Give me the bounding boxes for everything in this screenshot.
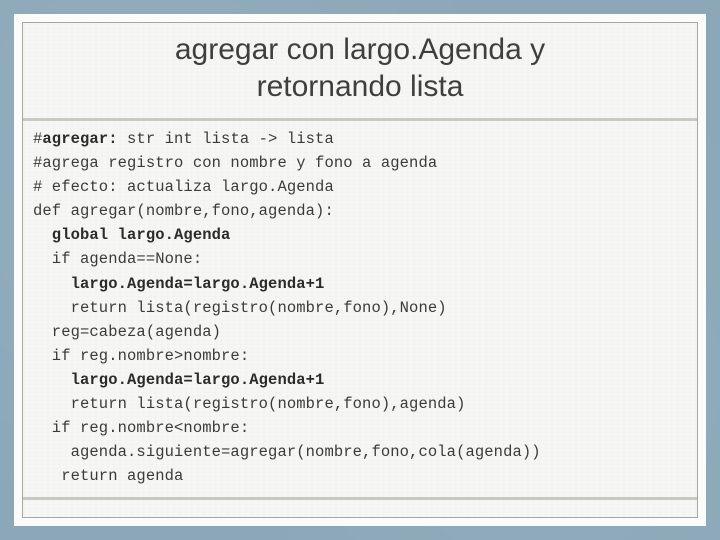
code-line: return lista(registro(nombre,fono),None): [33, 298, 447, 317]
code-line: # efecto: actualiza largo.Agenda: [33, 178, 334, 197]
slide-title-block: agregar con largo.Agenda y retornando li…: [23, 23, 697, 113]
code-line: #agrega registro con nombre y fono a age…: [33, 154, 438, 173]
code-line: if reg.nombre<nombre:: [33, 419, 250, 438]
code-line: reg=cabeza(agenda): [33, 322, 222, 341]
slide-canvas: agregar con largo.Agenda y retornando li…: [0, 0, 720, 540]
slide-inner-frame: agregar con largo.Agenda y retornando li…: [22, 22, 698, 518]
code-line: def agregar(nombre,fono,agenda):: [33, 202, 334, 221]
code-line: global largo.Agenda: [33, 226, 231, 245]
code-token-plain: str int lista -> lista: [117, 130, 334, 148]
code-line: return lista(registro(nombre,fono),agend…: [33, 395, 466, 414]
page-title: agregar con largo.Agenda y retornando li…: [174, 33, 546, 103]
code-block: #agregar: str int lista -> lista #agrega …: [23, 124, 697, 495]
footer-divider: [23, 497, 697, 500]
title-divider: [23, 118, 697, 121]
slide-paper: agregar con largo.Agenda y retornando li…: [14, 14, 706, 526]
code-token-emphasis: agregar:: [42, 130, 118, 148]
code-line: largo.Agenda=largo.Agenda+1: [33, 274, 325, 293]
code-line: #agregar: str int lista -> lista: [33, 130, 334, 148]
code-line: agenda.siguiente=agregar(nombre,fono,col…: [33, 443, 541, 462]
code-line: if agenda==None:: [33, 250, 203, 269]
code-line: largo.Agenda=largo.Agenda+1: [33, 370, 325, 389]
code-line: return agenda: [33, 467, 184, 486]
code-line: if reg.nombre>nombre:: [33, 346, 250, 365]
